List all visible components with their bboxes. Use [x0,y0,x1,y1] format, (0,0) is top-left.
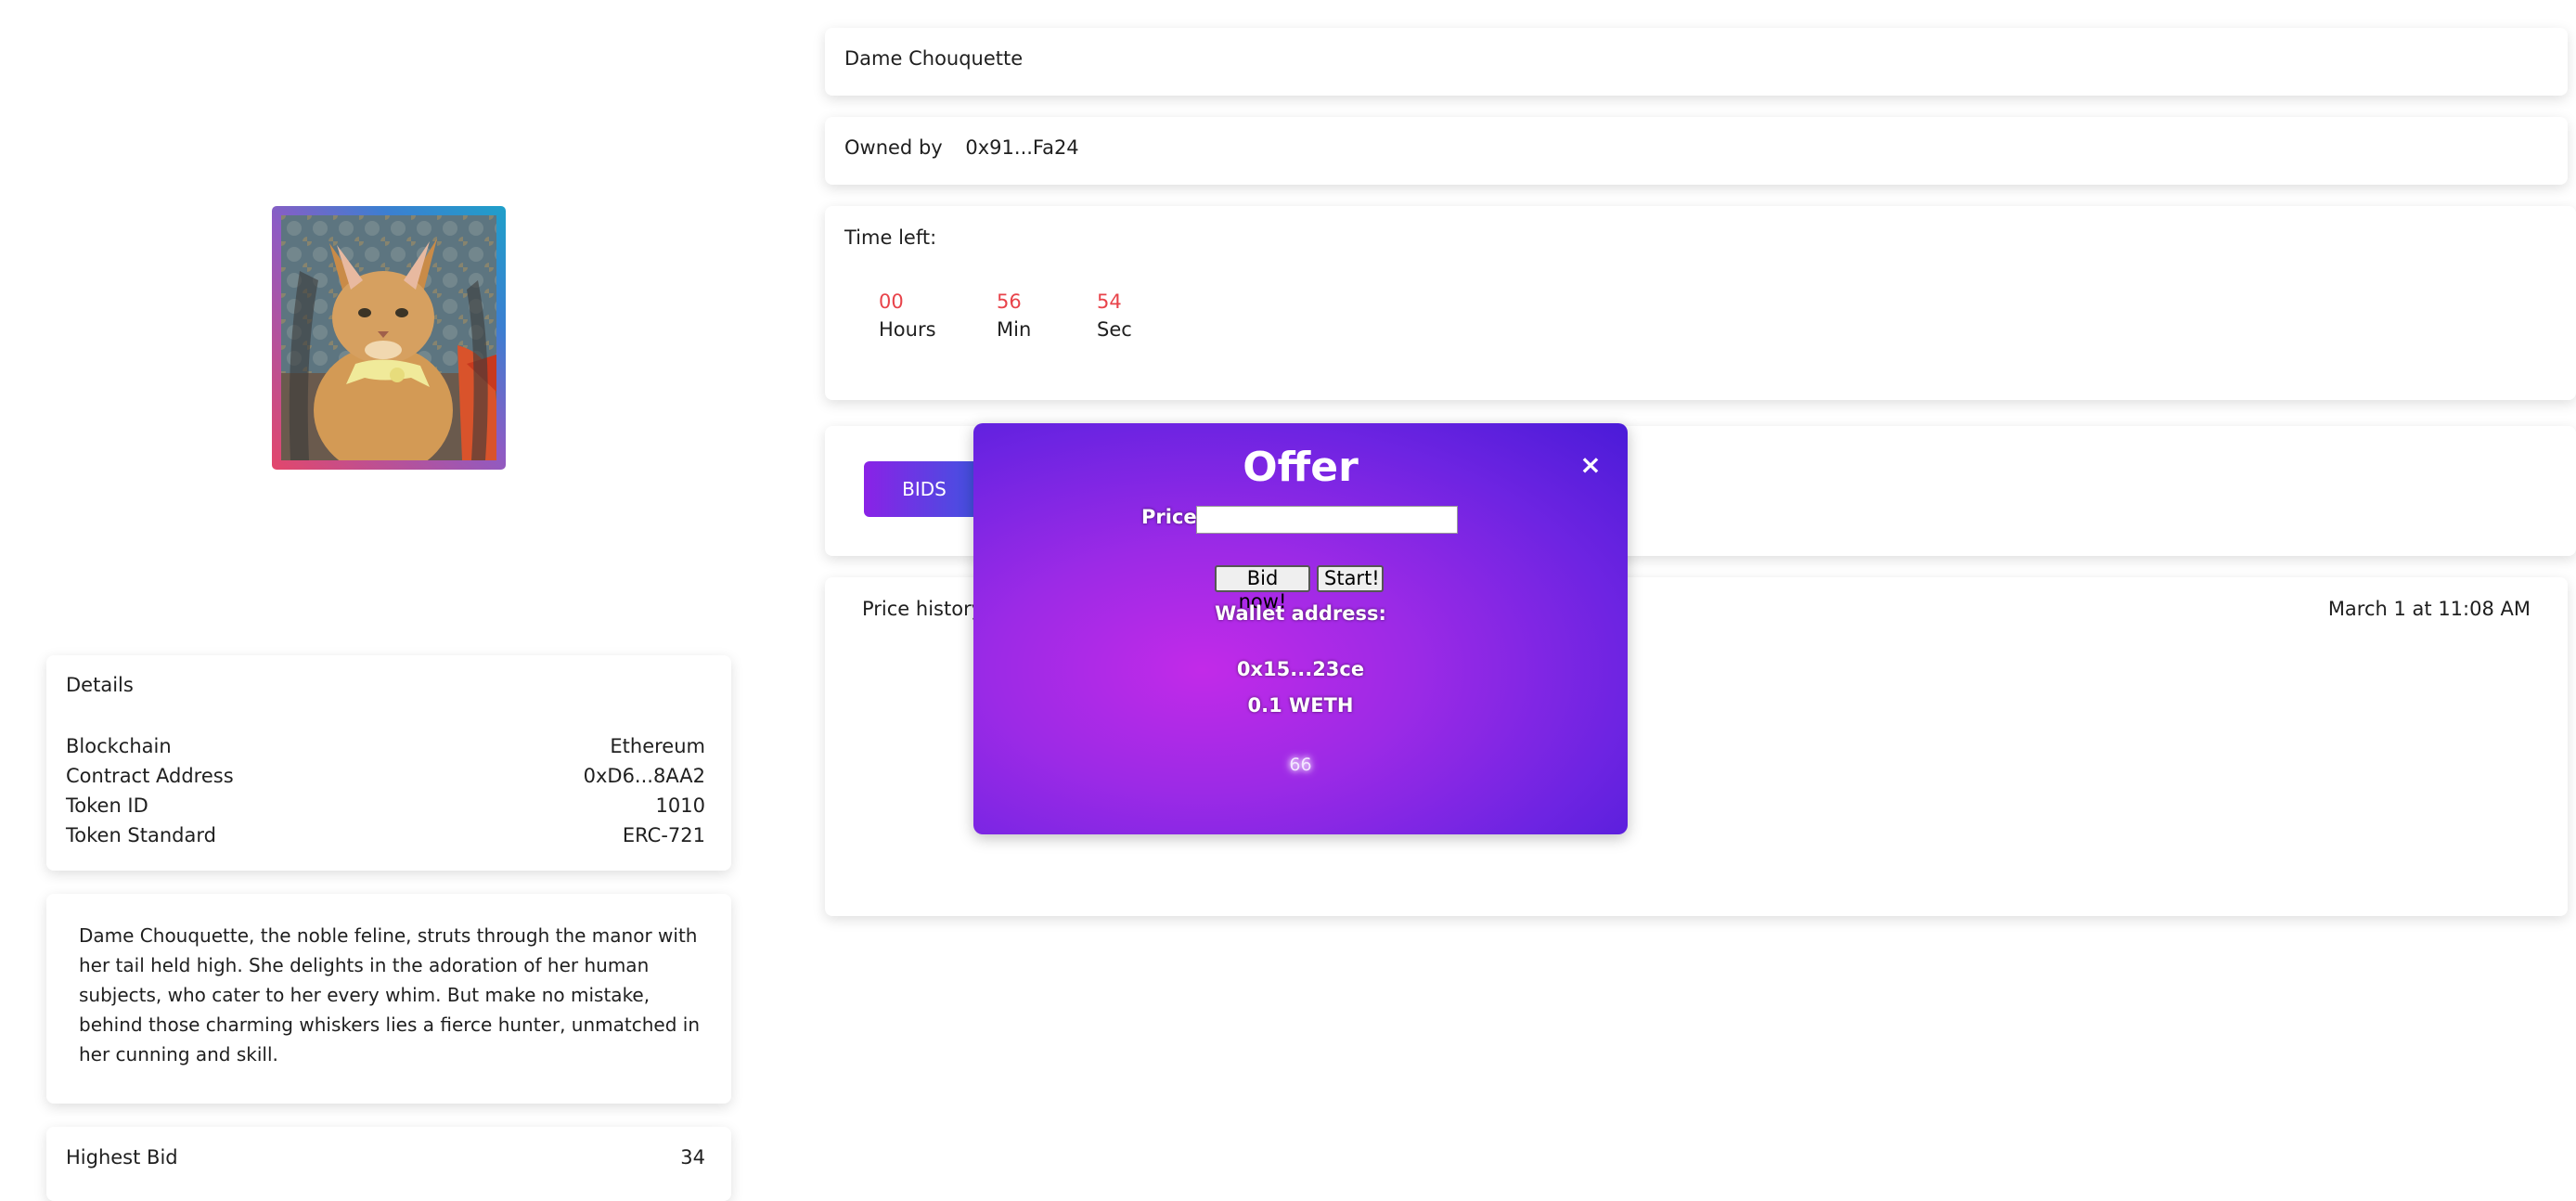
detail-label: Blockchain [66,735,172,757]
detail-label: Token ID [66,794,148,817]
seconds-label: Sec [1097,318,1132,341]
close-icon[interactable]: × [1577,451,1604,479]
detail-value: 0xD6...8AA2 [583,765,705,787]
time-left-card: Time left: 00 Hours 56 Min 54 Sec [825,206,2576,400]
bid-counter: 66 [1289,755,1312,775]
owner-address[interactable]: 0x91...Fa24 [965,136,1078,159]
bid-amount: 0.1 WETH [1247,694,1354,717]
offer-modal: Offer × Price: Bid now! Start! Wallet ad… [973,423,1628,834]
price-label: Price: [1141,506,1205,528]
detail-row-token-id: Token ID 1010 [66,794,705,817]
start-button[interactable]: Start! [1317,565,1384,592]
description-card: Dame Chouquette, the noble feline, strut… [46,894,731,1104]
price-input[interactable] [1196,506,1458,534]
hours-label: Hours [879,318,936,341]
highest-bid-label: Highest Bid [66,1146,178,1169]
countdown-hours: 00 Hours [879,291,936,341]
time-left-label: Time left: [844,226,937,249]
nft-image-frame [272,206,506,470]
highest-bid-card: Highest Bid 34 [46,1127,731,1201]
nft-image [281,215,496,460]
wallet-address: 0x15...23ce [1236,658,1365,680]
modal-title: Offer [1243,444,1359,491]
detail-value: Ethereum [610,735,705,757]
bid-now-button[interactable]: Bid now! [1215,565,1310,613]
price-history-label: Price history [862,598,984,620]
bids-tab-button[interactable]: BIDS [864,461,985,517]
detail-value: ERC-721 [622,824,705,846]
detail-row-blockchain: Blockchain Ethereum [66,735,705,757]
owner-label: Owned by [844,136,943,159]
detail-label: Contract Address [66,765,234,787]
detail-label: Token Standard [66,824,216,846]
minutes-label: Min [997,318,1032,341]
hours-value: 00 [879,291,904,313]
details-title: Details [66,674,134,696]
owner-card: Owned by 0x91...Fa24 [825,117,2568,185]
description-text: Dame Chouquette, the noble feline, strut… [79,924,701,1065]
countdown-minutes: 56 Min [997,291,1031,341]
countdown-seconds: 54 Sec [1097,291,1132,341]
nft-title: Dame Chouquette [844,47,1024,70]
minutes-value: 56 [997,291,1022,313]
highest-bid-value: 34 [680,1146,705,1169]
cat-illustration [281,215,496,460]
seconds-value: 54 [1097,291,1122,313]
wallet-label: Wallet address: [1215,602,1386,625]
detail-row-contract: Contract Address 0xD6...8AA2 [66,765,705,787]
title-card: Dame Chouquette [825,28,2568,96]
detail-value: 1010 [655,794,705,817]
price-history-date: March 1 at 11:08 AM [2327,598,2531,620]
detail-row-token-standard: Token Standard ERC-721 [66,824,705,846]
